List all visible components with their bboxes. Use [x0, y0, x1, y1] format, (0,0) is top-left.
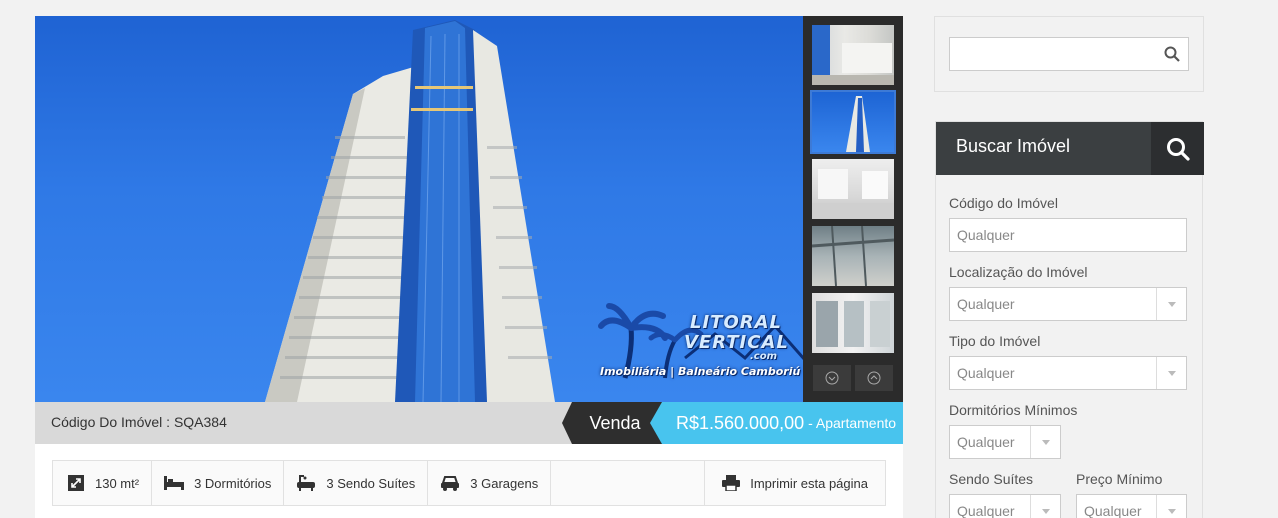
thumbnail-strip: [803, 16, 903, 402]
feature-suites-label: 3 Sendo Suítes: [326, 475, 416, 491]
price-badge: R$1.560.000,00 - Apartamento: [650, 402, 903, 444]
caret-down-icon: [1156, 357, 1186, 389]
thumbnail-5[interactable]: [812, 293, 894, 353]
localizacao-label: Localização do Imóvel: [949, 264, 1088, 280]
caret-down-icon: [1156, 288, 1186, 320]
preco-value: Qualquer: [1084, 503, 1142, 518]
suites-select[interactable]: Qualquer: [949, 494, 1061, 518]
feature-area-label: 130 mt²: [95, 475, 140, 491]
thumbnail-3[interactable]: [812, 159, 894, 219]
tipo-label: Tipo do Imóvel: [949, 333, 1041, 349]
codigo-input[interactable]: Qualquer: [949, 218, 1187, 252]
feature-bedrooms: 3 Dormitórios: [152, 461, 285, 505]
localizacao-select[interactable]: Qualquer: [949, 287, 1187, 321]
watermark-brand-line1: LITORAL: [690, 312, 783, 333]
tipo-value: Qualquer: [957, 365, 1015, 381]
chevron-down-circle-icon: [825, 371, 839, 385]
codigo-label: Código do Imóvel: [949, 195, 1058, 211]
property-code: Código Do Imóvel : SQA384: [51, 414, 227, 430]
thumbnail-1[interactable]: [812, 25, 894, 85]
price-value: R$1.560.000,00: [676, 412, 805, 433]
logo-watermark: LITORAL VERTICAL .com Imobiliária | Baln…: [600, 304, 800, 394]
caret-down-icon: [1156, 495, 1186, 518]
caret-down-icon: [1030, 426, 1060, 458]
print-page-label: Imprimir esta página: [750, 475, 868, 491]
site-search-input[interactable]: [949, 37, 1189, 71]
features-list: 130 mt² 3 Dormitórios 3 Sendo Suítes 3 G…: [52, 460, 886, 506]
print-page-button[interactable]: Imprimir esta página: [704, 461, 885, 505]
property-search-title: Buscar Imóvel: [956, 136, 1071, 156]
site-search-widget: [934, 16, 1204, 92]
property-search-button[interactable]: [1151, 122, 1204, 175]
feature-bedrooms-label: 3 Dormitórios: [194, 475, 272, 491]
thumbnail-4[interactable]: [812, 226, 894, 286]
search-icon[interactable]: [1164, 46, 1180, 62]
feature-garages: 3 Garagens: [428, 461, 552, 505]
sale-type-badge: Venda: [562, 402, 662, 444]
printer-icon: [722, 475, 741, 491]
photo-gallery: LITORAL VERTICAL .com Imobiliária | Baln…: [35, 16, 903, 402]
listing-info-bar: Código Do Imóvel : SQA384 Venda R$1.560.…: [35, 402, 903, 444]
feature-garages-label: 3 Garagens: [470, 475, 539, 491]
watermark-domain: .com: [750, 351, 778, 362]
main-photo[interactable]: LITORAL VERTICAL .com Imobiliária | Baln…: [35, 16, 803, 402]
dormitorios-value: Qualquer: [957, 434, 1015, 450]
property-search-header: Buscar Imóvel: [936, 122, 1204, 175]
bathtub-icon: [297, 475, 316, 491]
thumbnails-scroll-up-button[interactable]: [855, 365, 893, 391]
search-icon: [1166, 137, 1190, 161]
suites-label: Sendo Suítes: [949, 471, 1034, 487]
watermark-tagline: Imobiliária | Balneário Camboriú: [600, 365, 801, 378]
chevron-up-circle-icon: [867, 371, 881, 385]
feature-area: 130 mt²: [53, 461, 153, 505]
feature-suites: 3 Sendo Suítes: [284, 461, 429, 505]
codigo-placeholder: Qualquer: [957, 227, 1015, 243]
thumbnail-2[interactable]: [810, 90, 896, 154]
features-panel: 130 mt² 3 Dormitórios 3 Sendo Suítes 3 G…: [35, 444, 903, 518]
suites-value: Qualquer: [957, 503, 1015, 518]
watermark-brand-line2: VERTICAL: [684, 332, 789, 353]
localizacao-value: Qualquer: [957, 296, 1015, 312]
property-type: - Apartamento: [808, 415, 897, 431]
caret-down-icon: [1030, 495, 1060, 518]
car-icon: [441, 476, 460, 491]
property-search-panel: Buscar Imóvel Código do Imóvel Qualquer …: [935, 121, 1204, 518]
resize-arrows-icon: [68, 475, 84, 491]
bed-icon: [164, 476, 185, 490]
preco-label: Preço Mínimo: [1076, 471, 1163, 487]
dormitorios-label: Dormitórios Mínimos: [949, 402, 1078, 418]
tipo-select[interactable]: Qualquer: [949, 356, 1187, 390]
preco-select[interactable]: Qualquer: [1076, 494, 1187, 518]
dormitorios-select[interactable]: Qualquer: [949, 425, 1061, 459]
thumbnails-scroll-down-button[interactable]: [813, 365, 851, 391]
sale-type-label: Venda: [589, 412, 641, 433]
